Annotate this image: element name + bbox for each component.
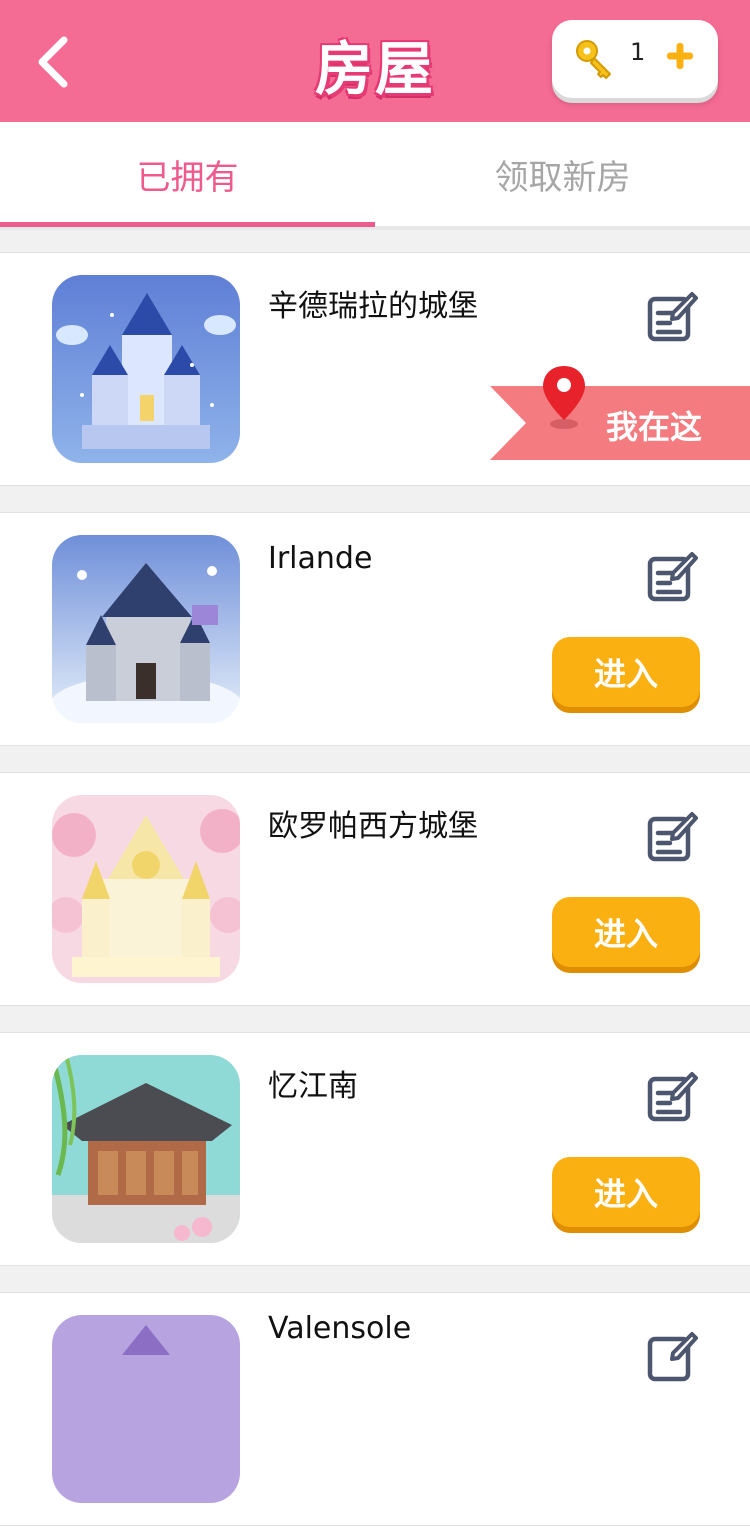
house-card: 欧罗帕西方城堡 进入 [0,772,750,1006]
house-card: Valensole [0,1292,750,1526]
house-name: Irlande [268,541,373,576]
edit-icon[interactable] [646,551,698,603]
add-key-plus-icon[interactable] [667,41,693,71]
house-thumbnail-irlande [52,535,240,723]
house-thumbnail-yijiangnan [52,1055,240,1243]
enter-button[interactable]: 进入 [552,637,700,707]
edit-icon[interactable] [646,1071,698,1123]
house-name: Valensole [268,1311,412,1346]
top-bar: 房屋 1 [0,0,750,122]
house-card: Irlande 进入 [0,512,750,746]
key-icon [576,40,611,79]
house-name: 忆江南 [268,1069,358,1104]
house-thumbnail-cinderella [52,275,240,463]
edit-icon[interactable] [646,291,698,343]
current-location-label: 我在这 [606,408,703,446]
house-name: 欧罗帕西方城堡 [268,809,478,844]
tab-claim-new[interactable]: 领取新房 [375,122,750,226]
key-count: 1 [630,38,646,66]
tab-owned[interactable]: 已拥有 [0,122,375,226]
location-pin-icon [543,366,585,429]
house-card: 忆江南 进入 [0,1032,750,1266]
house-thumbnail-valensole [52,1315,240,1503]
enter-button[interactable]: 进入 [552,897,700,967]
active-tab-indicator [0,222,375,227]
tab-bar: 已拥有 领取新房 [0,122,750,230]
house-name: 辛德瑞拉的城堡 [268,289,478,324]
edit-icon[interactable] [646,811,698,863]
edit-icon[interactable] [646,1331,698,1383]
house-thumbnail-europa [52,795,240,983]
enter-button[interactable]: 进入 [552,1157,700,1227]
